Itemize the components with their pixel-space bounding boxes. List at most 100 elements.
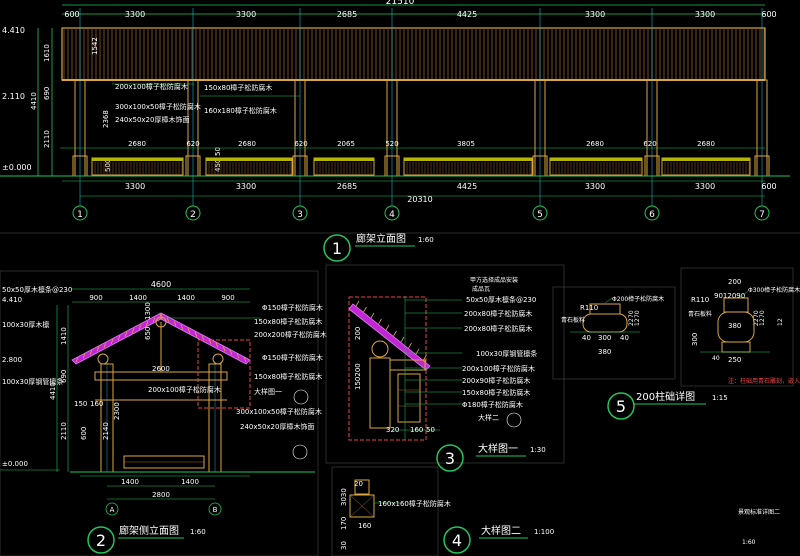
detail2-dim-4: 160 — [358, 522, 371, 530]
note-4: 150x80樟子松防腐木 — [204, 83, 272, 92]
side-inner-dim-7: 600 — [80, 427, 88, 440]
side-level-1: 2.800 — [2, 356, 22, 364]
side-dim-2110: 2110 — [60, 422, 68, 440]
bench-top — [404, 158, 532, 161]
title-4-text: 大样图二 — [481, 524, 521, 537]
detail5-a-dim-7: 70 — [634, 310, 641, 318]
bench-top — [314, 158, 374, 161]
bench-top — [550, 158, 642, 161]
detail5-a-dim-4: 380 — [598, 348, 611, 356]
detail1-bracket — [397, 373, 421, 423]
note-3: 240x50x20厚樟木饰面 — [115, 115, 189, 124]
title-2-text: 廊架侧立面图 — [119, 524, 179, 537]
detail1-post — [369, 357, 391, 429]
detail5-a-leader — [604, 297, 613, 304]
detail5-b-column — [723, 297, 749, 313]
title-1-scale: 1:60 — [418, 236, 434, 244]
bench-dim-8: 620 — [643, 140, 656, 148]
column-base-detail: R110 40 300 40 380 70 22 70 12 Φ200樟子松防腐… — [552, 267, 800, 420]
dim-top-5: 3300 — [585, 10, 605, 19]
side-axis-a-label: A — [110, 506, 115, 514]
sheet-name: 景观标准详图二 — [738, 508, 780, 516]
detail2-dim-2: 170 — [340, 517, 348, 530]
side-callout-label: 大样图一 — [254, 387, 282, 396]
detail1-dim-3: 160 — [410, 426, 423, 434]
detail1-callout-bubble — [506, 412, 522, 428]
dim-total-bottom: 20310 — [407, 195, 432, 204]
side-callout-bubble — [293, 389, 309, 405]
side-inner-dim-4: 150 — [74, 400, 87, 408]
detail1-slat — [393, 330, 397, 337]
note-5: 160x180樟子松防腐木 — [204, 106, 277, 115]
detail5-right-label: 青石板料 — [688, 310, 712, 318]
title-5-scale: 1:15 — [712, 394, 728, 402]
detail5-b-dim-1: 9012090 — [714, 292, 745, 300]
detail1-leaders — [405, 299, 462, 405]
detail5-a-base — [582, 313, 628, 333]
dim-bottom-4: 3300 — [585, 182, 605, 191]
side-note-0: Φ150樟子松防腐木 — [262, 303, 323, 312]
title-2-scale: 1:60 — [190, 528, 206, 536]
title-3-scale: 1:30 — [530, 446, 546, 454]
drawing-canvas: 21510 600 3300 3300 2685 4425 3300 3300 … — [0, 0, 800, 556]
dim-2368: 2368 — [102, 110, 110, 128]
axis-label: 7 — [759, 210, 765, 220]
side-note-left-0: 50x50厚木檩条@230 — [2, 285, 72, 294]
side-dim-0: 900 — [89, 294, 102, 302]
axis-bubbles: 1 2 3 4 5 6 7 — [72, 205, 770, 221]
detail1-slat — [408, 342, 412, 349]
dim-1542: 1542 — [91, 37, 99, 55]
title-3-text: 大样图一 — [478, 442, 518, 455]
detail1-dim-4: 50 — [426, 426, 435, 434]
dim-50: 50 — [214, 147, 222, 156]
detail1-note-0: 甲方选择成品安装 — [470, 276, 518, 284]
note-2: 300x100x50樟子松防腐木 — [115, 102, 201, 111]
dim-bottom-3: 4425 — [457, 182, 477, 191]
detail1-note-1: 成品瓦 — [472, 285, 490, 293]
sheet-scale: 1:60 — [742, 539, 756, 546]
roof-band — [61, 27, 766, 81]
side-bottom-dim-1: 1400 — [181, 478, 199, 486]
detail5-b-dim-8: 70 — [759, 310, 766, 318]
side-dim-1: 1400 — [129, 294, 147, 302]
detail5-note-a: Φ200樟子松防腐木 — [612, 295, 664, 303]
bench-top — [662, 158, 750, 161]
dim-top-2: 3300 — [236, 10, 256, 19]
axis-label: 4 — [389, 210, 395, 220]
bench-dim-9: 2680 — [697, 140, 715, 148]
title-3-number: 3 — [445, 449, 455, 468]
detail5-red-note: 注：柱础用青石雕刻，嵌入柱础内 — [728, 377, 800, 385]
axis-label: 2 — [190, 210, 196, 220]
dim-total-top: 21510 — [386, 0, 415, 7]
bench-dim-6: 3805 — [457, 140, 475, 148]
title-5-text: 200柱础详图 — [636, 390, 695, 403]
bench-dim-5: 520 — [385, 140, 398, 148]
dim-bottom-2: 2685 — [337, 182, 357, 191]
detail5-a-dim-8: 12 — [634, 318, 641, 326]
side-inner-dim-6: 2140 — [102, 422, 110, 440]
detail5-a-dim-2: 300 — [598, 334, 611, 342]
side-level-2: ±0.000 — [2, 460, 28, 468]
detail1-note-5: 100x30厚钢管檩条 — [476, 349, 537, 358]
detail1-slat — [355, 300, 360, 307]
side-bottom-dim-0: 1400 — [121, 478, 139, 486]
dim-left-690: 690 — [43, 87, 51, 100]
side-bottom-total: 2800 — [152, 491, 170, 499]
dim-top-0: 600 — [64, 10, 79, 19]
side-note-4: 150x80樟子松防腐木 — [254, 372, 322, 381]
axis-label: 6 — [649, 210, 655, 220]
detail5-b-footing — [721, 341, 751, 353]
side-note-3: Φ150樟子松防腐木 — [262, 353, 323, 362]
dim-top-6: 3300 — [695, 10, 715, 19]
detail1-note-9: Φ180樟子松防腐木 — [462, 400, 523, 409]
title-2-number: 2 — [96, 531, 106, 550]
detail1-note-7: 200x90樟子松防腐木 — [462, 376, 530, 385]
detail5-b-dim-4: 300 — [691, 333, 699, 346]
benches — [91, 157, 751, 176]
side-note-5: 200x100樟子松防腐木 — [148, 385, 221, 394]
level-mid: 2.110 — [2, 92, 25, 101]
dim-left-4410: 4410 — [30, 92, 38, 110]
side-inner-dim-2: 2600 — [152, 365, 170, 373]
side-note-7: 240x50x20厚樟木饰面 — [240, 422, 314, 431]
detail5-a-dim-1: 40 — [582, 334, 591, 342]
